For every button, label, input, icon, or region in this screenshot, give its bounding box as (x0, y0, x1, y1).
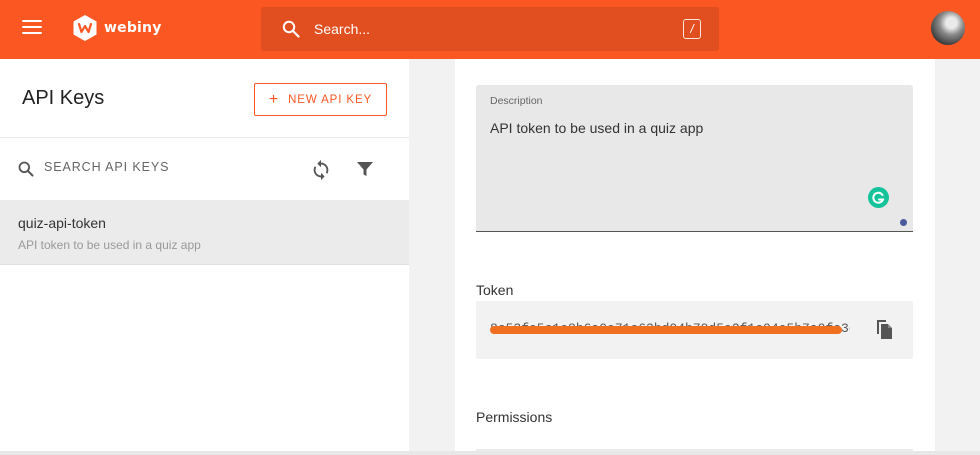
search-placeholder[interactable]: Search... (314, 21, 370, 37)
logo-text: webiny (104, 20, 162, 36)
webiny-logo-icon (73, 15, 97, 41)
bottom-edge (0, 451, 980, 455)
refresh-icon[interactable] (310, 159, 332, 181)
hamburger-menu-icon[interactable] (22, 20, 42, 38)
new-api-key-button[interactable]: + NEW API KEY (254, 83, 387, 116)
permissions-label: Permissions (476, 409, 553, 425)
list-item-description: API token to be used in a quiz app (18, 238, 201, 252)
list-item-quiz-api-token[interactable]: quiz-api-token API token to be used in a… (0, 200, 409, 264)
global-search[interactable]: Search... / (261, 7, 719, 51)
plus-icon: + (268, 90, 280, 108)
divider (0, 137, 409, 138)
description-field[interactable]: Description (476, 85, 913, 232)
token-field: 8c53fe5c1e8b6a0e71c63bd04b79d5a2f1c04e5b… (476, 301, 913, 359)
user-avatar[interactable] (931, 11, 965, 45)
token-redaction-mark (490, 326, 842, 334)
description-label: Description (490, 95, 543, 107)
search-shortcut-key: / (683, 19, 701, 39)
token-label: Token (476, 282, 514, 298)
search-icon (18, 161, 34, 177)
search-icon (282, 20, 300, 38)
webiny-logo[interactable]: webiny (72, 14, 162, 42)
resize-dot-icon (900, 219, 907, 226)
search-api-keys-input[interactable] (44, 160, 274, 174)
grammarly-icon[interactable] (868, 187, 889, 208)
top-app-bar: webiny Search... / (0, 0, 980, 59)
page-title: API Keys (22, 87, 105, 109)
new-api-key-label: NEW API KEY (288, 93, 373, 106)
description-textarea[interactable] (490, 120, 890, 168)
list-item-title: quiz-api-token (18, 215, 106, 231)
filter-icon[interactable] (356, 160, 374, 178)
copy-icon[interactable] (874, 319, 894, 341)
api-keys-list-panel: API Keys + NEW API KEY quiz-api-token AP… (0, 59, 409, 455)
divider (0, 264, 409, 265)
